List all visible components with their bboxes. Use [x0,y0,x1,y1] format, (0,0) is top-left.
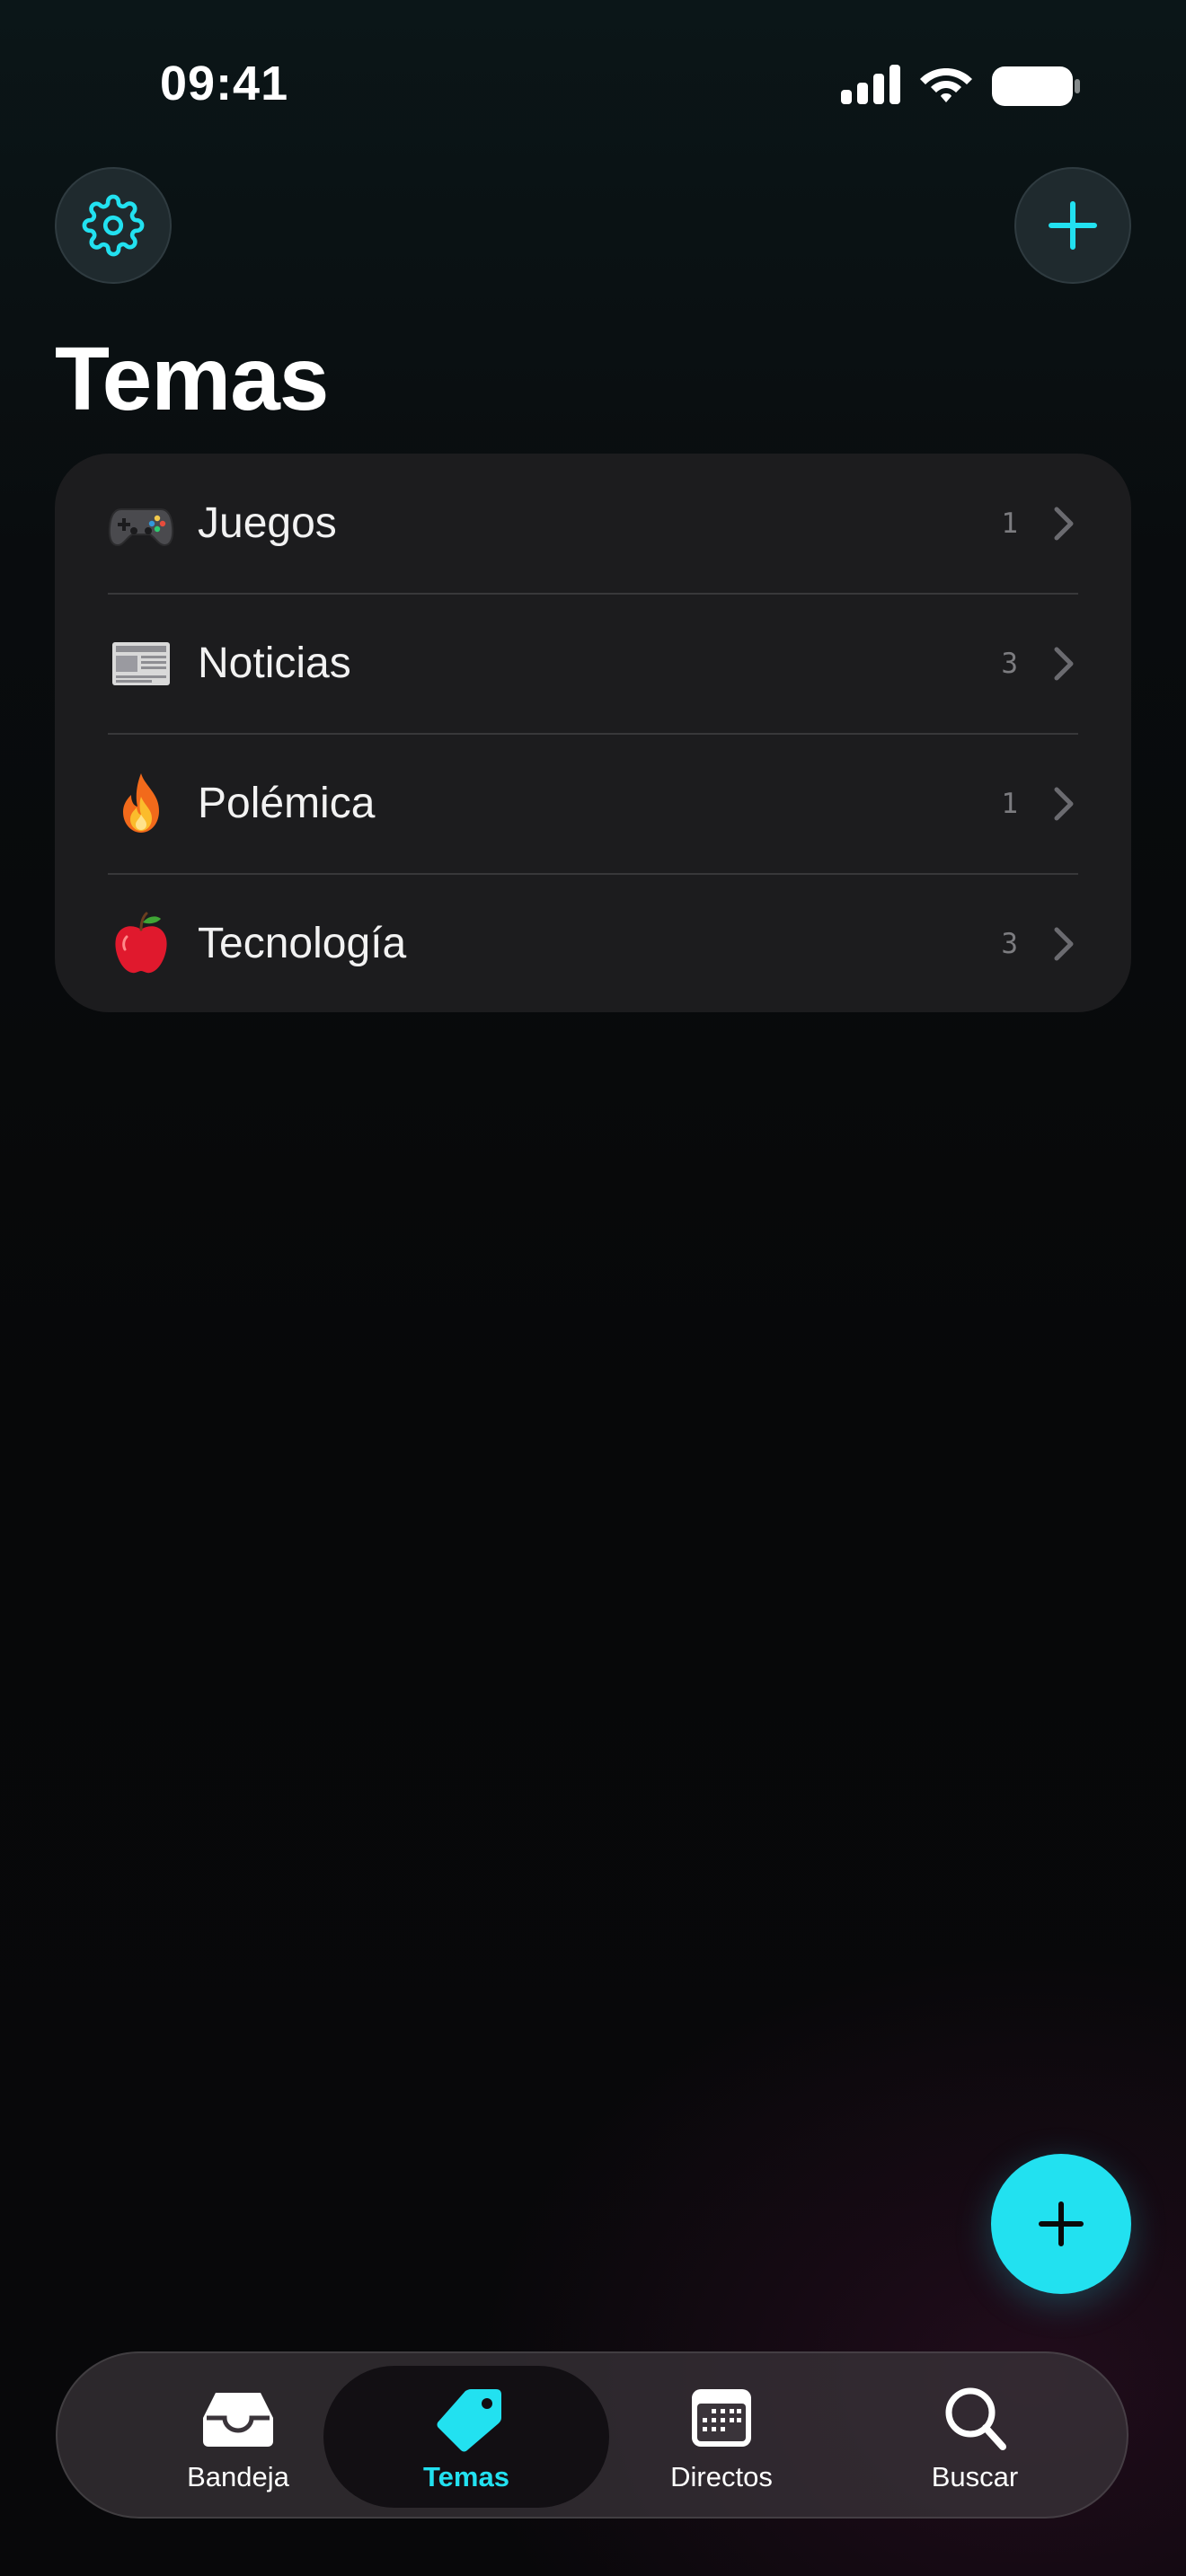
tab-buscar[interactable]: Buscar [832,2366,1118,2508]
tab-temas[interactable]: Temas [323,2366,609,2508]
plus-icon [1039,2201,1084,2246]
chevron-right-icon [1054,927,1074,961]
inbox-icon [203,2393,273,2447]
wifi-icon [920,68,972,102]
topic-count: 1 [1001,788,1018,820]
calendar-icon [692,2389,751,2447]
list-item[interactable]: Noticias 3 [55,594,1131,734]
topic-count: 3 [1001,928,1018,960]
floating-add-button[interactable] [991,2154,1131,2294]
topic-label: Noticias [198,640,351,687]
gear-icon [82,194,145,257]
newspaper-icon [112,642,170,685]
red-apple-icon [115,912,167,974]
page-title: Temas [55,329,329,429]
topic-count: 3 [1001,648,1018,680]
list-item[interactable]: Polémica 1 [55,734,1131,874]
tab-label: Directos [670,2461,773,2492]
fire-icon [123,773,159,833]
status-time: 09:41 [160,57,289,110]
chevron-right-icon [1054,647,1074,681]
search-icon [945,2387,1006,2450]
tab-bar: Bandeja Temas Directos Buscar [56,2351,1128,2519]
battery-icon [992,66,1080,106]
topics-list: Juegos 1 Noticias 3 Polémica 1 Tecnologí… [55,454,1131,1012]
tab-label: Buscar [931,2461,1019,2492]
tab-label: Temas [423,2461,509,2492]
chevron-right-icon [1054,787,1074,821]
topic-label: Juegos [198,499,337,547]
settings-button[interactable] [55,167,172,284]
video-game-controller-icon [108,508,174,547]
chevron-right-icon [1054,507,1074,541]
cellular-signal-icon [841,65,900,104]
plus-icon [1049,201,1097,250]
tag-icon [437,2389,501,2452]
topic-count: 1 [1001,507,1018,540]
list-item[interactable]: Tecnología 3 [55,874,1131,1012]
topic-label: Polémica [198,780,376,827]
status-bar: 09:41 [0,0,1186,171]
topic-label: Tecnología [198,920,407,967]
list-item[interactable]: Juegos 1 [55,454,1131,594]
add-topic-button[interactable] [1014,167,1131,284]
tab-directos[interactable]: Directos [579,2366,864,2508]
